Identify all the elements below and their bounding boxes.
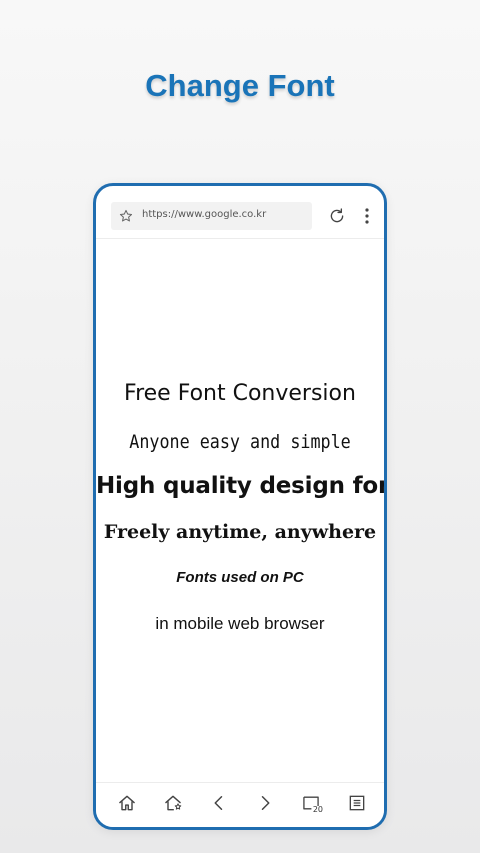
font-sample-line: Fonts used on PC	[176, 569, 304, 586]
home-icon[interactable]	[117, 793, 137, 813]
chevron-left-icon[interactable]	[209, 793, 229, 813]
bookmark-home-icon[interactable]	[163, 793, 183, 813]
list-menu-icon[interactable]	[347, 793, 367, 813]
kebab-menu-icon[interactable]	[364, 207, 370, 225]
font-sample-line: Freely anytime, anywhere	[103, 521, 377, 543]
font-sample-line: Anyone easy and simple	[129, 431, 351, 453]
font-sample-line: Free Font Conversion	[124, 381, 356, 406]
tabs-icon[interactable]: 20	[301, 793, 323, 814]
reload-icon[interactable]	[328, 207, 346, 225]
chevron-right-icon[interactable]	[255, 793, 275, 813]
font-sample-line: High quality design font	[96, 473, 387, 499]
browser-top-bar: https://www.google.co.kr	[96, 186, 384, 239]
url-text[interactable]: https://www.google.co.kr	[142, 209, 266, 220]
star-icon[interactable]	[119, 208, 133, 222]
phone-frame: https://www.google.co.kr Free Font Conve…	[93, 183, 387, 830]
browser-bottom-bar: 20	[96, 782, 384, 827]
web-content: Free Font Conversion Anyone easy and sim…	[96, 239, 384, 782]
address-bar[interactable]: https://www.google.co.kr	[111, 202, 312, 230]
font-sample-line: in mobile web browser	[155, 614, 325, 633]
tab-count: 20	[312, 805, 323, 814]
page-headline: Change Font	[145, 68, 335, 103]
